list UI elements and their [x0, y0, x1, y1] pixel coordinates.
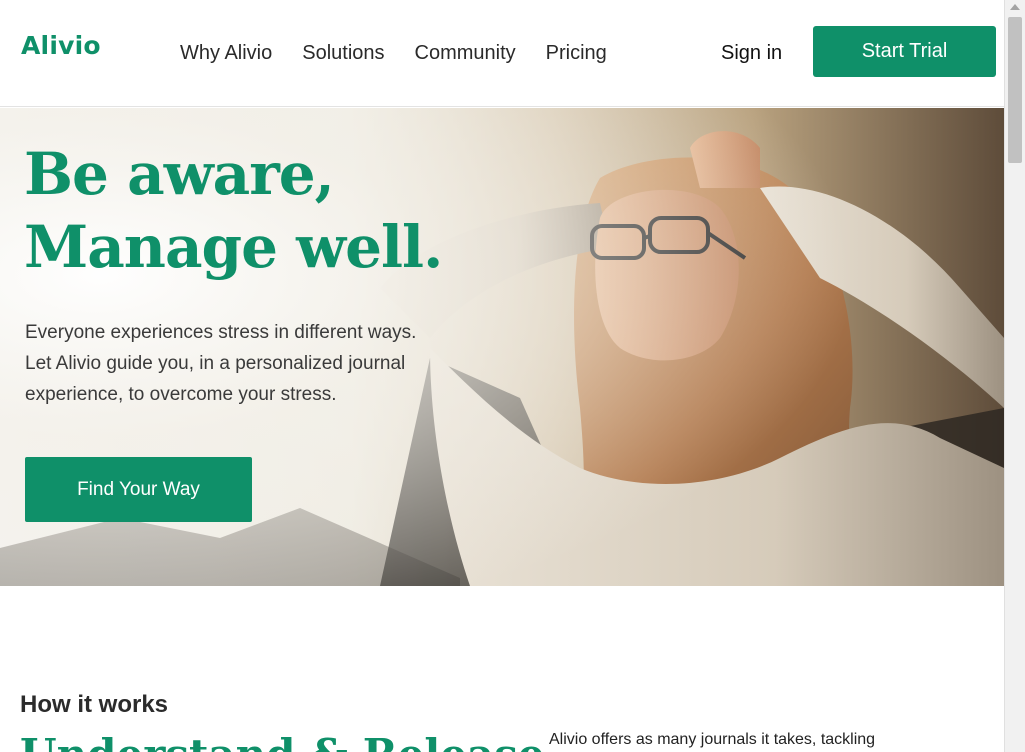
how-it-works-description: Alivio offers as many journals it takes,…	[549, 731, 876, 748]
main-nav: Why Alivio Solutions Community Pricing	[180, 40, 637, 66]
hero-title-line-2: Manage well.	[24, 213, 443, 281]
alivio-logo[interactable]: Alivio	[21, 33, 101, 58]
hero-title: Be aware, Manage well.	[24, 138, 443, 284]
hero-section: Be aware, Manage well. Everyone experien…	[0, 108, 1004, 586]
sign-in-link[interactable]: Sign in	[721, 40, 782, 66]
how-it-works-label: How it works	[20, 691, 169, 718]
find-your-way-button[interactable]: Find Your Way	[25, 457, 252, 522]
nav-item-why-alivio[interactable]: Why Alivio	[180, 40, 272, 66]
nav-item-solutions[interactable]: Solutions	[302, 40, 384, 66]
scroll-up-arrow-icon[interactable]	[1010, 4, 1020, 10]
nav-item-community[interactable]: Community	[415, 40, 516, 66]
scrollbar-thumb[interactable]	[1008, 17, 1022, 163]
top-navigation-bar: Alivio Why Alivio Solutions Community Pr…	[0, 0, 1004, 107]
start-trial-button[interactable]: Start Trial	[813, 26, 996, 77]
page: Alivio Why Alivio Solutions Community Pr…	[0, 0, 1025, 752]
how-it-works-heading: Understand & Release	[20, 730, 545, 752]
vertical-scrollbar[interactable]	[1004, 0, 1025, 752]
hero-title-line-1: Be aware,	[24, 140, 335, 208]
hero-description: Everyone experiences stress in different…	[25, 322, 417, 405]
nav-item-pricing[interactable]: Pricing	[546, 40, 607, 66]
